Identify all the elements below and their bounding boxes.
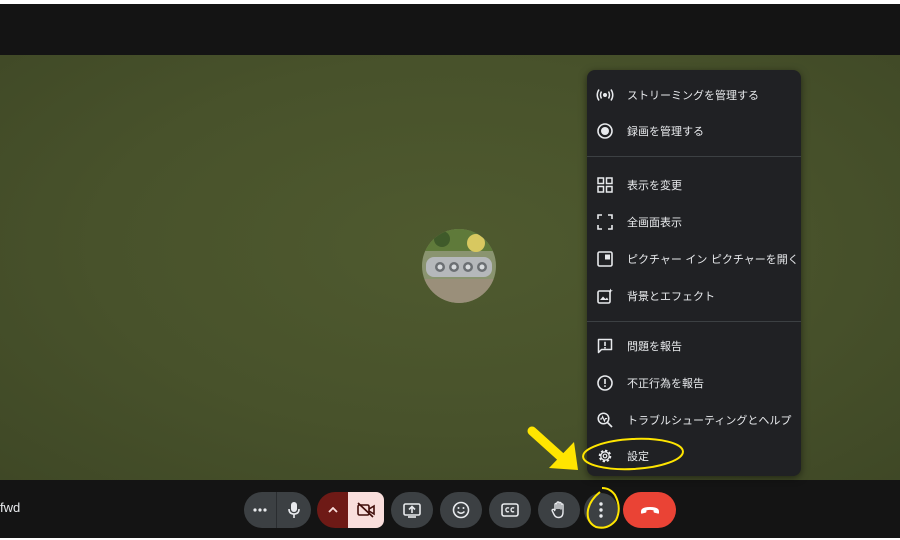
- ellipsis-icon: [253, 508, 267, 512]
- chevron-up-icon: [327, 507, 338, 513]
- menu-item-label: 不正行為を報告: [627, 377, 704, 390]
- gear-icon: [596, 447, 614, 465]
- control-bar: fwd: [0, 480, 900, 538]
- participant-avatar: [422, 229, 496, 303]
- present-icon: [403, 503, 421, 518]
- audio-controls: [244, 492, 311, 528]
- menu-item-fullscreen[interactable]: 全画面表示: [587, 205, 801, 239]
- feedback-icon: [596, 337, 614, 355]
- reactions-button[interactable]: [440, 492, 482, 528]
- camera-toggle-button[interactable]: [348, 492, 384, 528]
- microphone-button[interactable]: [276, 492, 311, 528]
- menu-item-label: 背景とエフェクト: [627, 290, 715, 303]
- menu-item-troubleshooting-help[interactable]: トラブルシューティングとヘルプ: [587, 403, 801, 437]
- overflow-menu: ストリーミングを管理する 録画を管理する 表示を変更 全画面表示 ピクチャー イ…: [587, 70, 801, 476]
- participant-avatar-image: [422, 229, 496, 303]
- more-audio-options-button[interactable]: [244, 492, 276, 528]
- vertical-dots-icon: [599, 502, 603, 518]
- menu-item-label: ストリーミングを管理する: [627, 89, 759, 102]
- menu-item-label: 問題を報告: [627, 340, 682, 353]
- menu-item-label: 録画を管理する: [627, 125, 704, 138]
- layout-grid-icon: [596, 176, 614, 194]
- camera-off-icon: [357, 502, 375, 518]
- camera-options-button[interactable]: [317, 492, 348, 528]
- top-bar: [0, 4, 900, 55]
- menu-item-change-layout[interactable]: 表示を変更: [587, 168, 801, 202]
- more-options-button[interactable]: [584, 493, 618, 527]
- meet-window: fwd ストリーミングを管理する 録画を管理する 表示を変更 全画面表示 ピクチ…: [0, 4, 900, 538]
- background-effects-icon: [596, 287, 614, 305]
- present-screen-button[interactable]: [391, 492, 433, 528]
- streaming-icon: [596, 86, 614, 104]
- raise-hand-button[interactable]: [538, 492, 580, 528]
- troubleshoot-icon: [596, 411, 614, 429]
- microphone-icon: [288, 502, 300, 518]
- record-icon: [596, 122, 614, 140]
- menu-item-label: 設定: [627, 450, 649, 463]
- menu-item-label: トラブルシューティングとヘルプ: [627, 414, 792, 427]
- camera-controls: [317, 492, 384, 528]
- leave-call-button[interactable]: [623, 492, 676, 528]
- menu-item-background-effects[interactable]: 背景とエフェクト: [587, 279, 801, 313]
- menu-divider: [587, 156, 801, 157]
- meeting-code: fwd: [0, 500, 21, 515]
- menu-item-manage-recording[interactable]: 録画を管理する: [587, 114, 801, 148]
- menu-item-label: 表示を変更: [627, 179, 682, 192]
- hand-icon: [551, 501, 564, 519]
- emoji-icon: [452, 501, 470, 519]
- hangup-icon: [640, 507, 659, 514]
- captions-button[interactable]: [489, 492, 531, 528]
- menu-item-settings[interactable]: 設定: [587, 439, 801, 473]
- menu-item-label: 全画面表示: [627, 216, 682, 229]
- captions-icon: [501, 503, 519, 517]
- fullscreen-icon: [596, 213, 614, 231]
- menu-divider: [587, 321, 801, 322]
- report-abuse-icon: [596, 374, 614, 392]
- menu-item-report-abuse[interactable]: 不正行為を報告: [587, 366, 801, 400]
- picture-in-picture-icon: [596, 250, 614, 268]
- menu-item-picture-in-picture[interactable]: ピクチャー イン ピクチャーを開く: [587, 242, 801, 276]
- menu-item-report-problem[interactable]: 問題を報告: [587, 329, 801, 363]
- menu-item-label: ピクチャー イン ピクチャーを開く: [627, 253, 799, 266]
- menu-item-manage-streaming[interactable]: ストリーミングを管理する: [587, 78, 801, 112]
